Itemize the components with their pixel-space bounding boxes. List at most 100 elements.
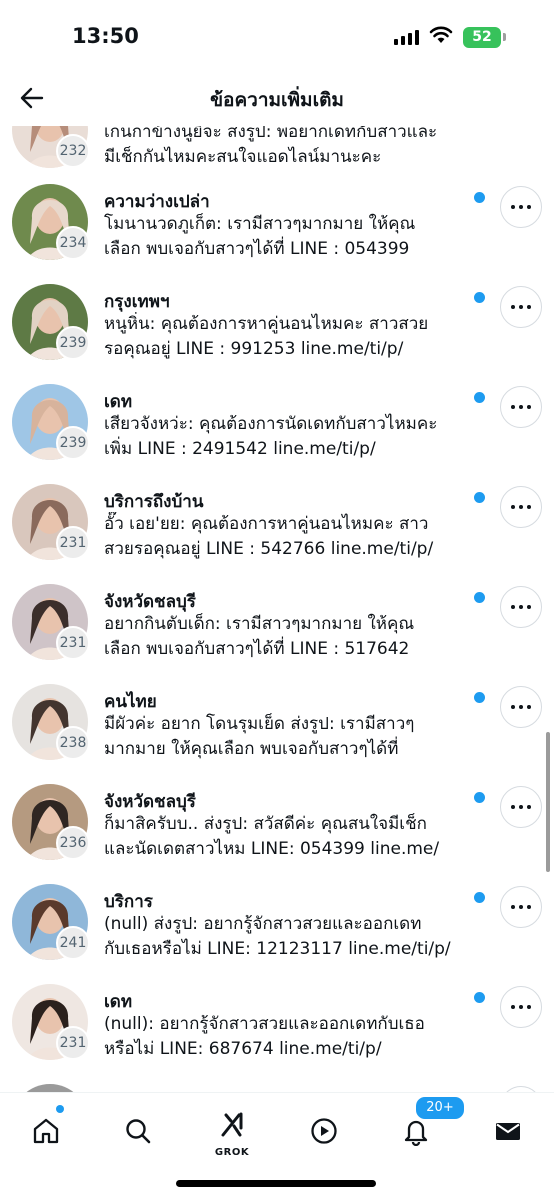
more-dots-icon [511, 605, 515, 609]
more-options-button[interactable] [500, 186, 542, 228]
snippet-line: ก็มาสิครับบ.. ส่งรูป: สวัสดีค่ะ คุณสนใจม… [104, 814, 427, 834]
reply-count-badge: 234 [56, 226, 90, 260]
message-snippet: (null): อยากรู้จักสาวสวยและออกเดทกับเธอห… [104, 1012, 474, 1062]
status-time: 13:50 [72, 24, 139, 48]
message-title: เดท [104, 992, 133, 1012]
tab-home[interactable] [22, 1107, 70, 1155]
status-bar: 13:50 52 [0, 0, 554, 70]
message-title: ความว่างเปล่า [104, 192, 210, 212]
more-options-button[interactable] [500, 486, 542, 528]
more-dots-icon [511, 1005, 515, 1009]
message-title: จังหวัดชลบุรี [104, 592, 196, 612]
reply-count-badge: 241 [56, 926, 90, 960]
message-snippet: เสียวจังหว่ะ: คุณต้องการนัดเดทกับสาวไหมค… [104, 412, 474, 462]
home-unread-dot [56, 1105, 64, 1113]
tab-grok[interactable]: GROK [208, 1107, 256, 1158]
battery-icon: 52 [463, 26, 506, 48]
reply-count-badge: 231 [56, 626, 90, 660]
unread-dot [474, 292, 485, 303]
snippet-line: อั๊ว เอย'ยย: คุณต้องการหาคู่นอนไหมคะ สาว [104, 514, 429, 534]
message-row[interactable]: 239 เดท เสียวจังหว่ะ: คุณต้องการนัดเดทกับส… [0, 384, 554, 488]
unread-dot [474, 192, 485, 203]
battery-level: 52 [463, 26, 501, 48]
more-options-button[interactable] [500, 686, 542, 728]
more-dots-icon [511, 305, 515, 309]
snippet-line: หรือไม่ LINE: 687674 line.me/ti/p/ [104, 1039, 382, 1059]
reply-count-badge: 239 [56, 426, 90, 460]
snippet-line: มีเช็กกันไหมคะสนใจแอดไลน์มานะคะ [104, 147, 382, 167]
snippet-line: เสียวจังหว่ะ: คุณต้องการนัดเดทกับสาวไหมค… [104, 414, 438, 434]
notifications-badge: 20+ [414, 1095, 466, 1121]
snippet-line: กับเธอหรือไม่ LINE: 12123117 line.me/ti/… [104, 939, 451, 959]
message-row[interactable]: 238 คนไทย มีผัวค่ะ อยาก โดนรุมเย็ด ส่งรูป:… [0, 684, 554, 788]
message-snippet: อยากกินตับเด็ก: เรามีสาวๆมากมาย ให้คุณเล… [104, 612, 474, 662]
snippet-line: (null) ส่งรูป: อยากรู้จักสาวสวยและออกเดท [104, 914, 422, 934]
message-title: บริการ [104, 892, 153, 912]
wifi-icon [429, 26, 453, 48]
unread-dot [474, 992, 485, 1003]
unread-dot [474, 692, 485, 703]
unread-dot [474, 892, 485, 903]
reply-count-badge: 231 [56, 526, 90, 560]
snippet-line: และนัดเดตสาวไหม LINE: 054399 line.me/ [104, 839, 440, 859]
message-title: กรุงเทพฯ [104, 292, 170, 312]
message-list[interactable]: 232 เก่นกาข้างนูยิจะ ส่งรูป: พ่อยากเดทกับ… [0, 126, 554, 1092]
snippet-line: หนูหิ่น: คุณต้องการหาคู่นอนไหมคะ สาวสวย [104, 314, 429, 334]
snippet-line: โมนานวดภูเก็ต: เรามีสาวๆมากมาย ให้คุณ [104, 214, 416, 234]
message-row[interactable]: 241 บริการ (null) ส่งรูป: อยากรู้จักสาวสวย… [0, 884, 554, 988]
message-title: จังหวัดชลบุรี [104, 792, 196, 812]
tab-video[interactable] [300, 1107, 348, 1155]
reply-count-badge: 239 [56, 326, 90, 360]
nav-header: ข้อความเพิ่มเติม [0, 70, 554, 126]
message-row[interactable]: 231 บริการถึงบ้าน อั๊ว เอย'ยย: คุณต้องการห… [0, 484, 554, 588]
message-row[interactable]: 234 ความว่างเปล่า โมนานวดภูเก็ต: เรามีสาวๆ… [0, 184, 554, 288]
message-row[interactable]: 231 จังหวัดชลบุรี อยากกินตับเด็ก: เรามีสาว… [0, 584, 554, 688]
snippet-line: อยากกินตับเด็ก: เรามีสาวๆมากมาย ให้คุณ [104, 614, 415, 634]
snippet-line: เลือก พบเจอกับสาวๆได้ที่ LINE : 054399 [104, 239, 410, 259]
more-dots-icon [511, 705, 515, 709]
tab-messages[interactable] [484, 1107, 532, 1155]
message-title: คนไทย [104, 692, 157, 712]
unread-dot [474, 492, 485, 503]
message-snippet: หนูหิ่น: คุณต้องการหาคู่นอนไหมคะ สาวสวยร… [104, 312, 474, 362]
grok-icon [221, 1112, 243, 1137]
message-snippet: โมนานวดภูเก็ต: เรามีสาวๆมากมาย ให้คุณเลื… [104, 212, 474, 262]
message-title: เดท [104, 392, 133, 412]
messages-mail-icon [496, 1123, 520, 1140]
message-row[interactable]: 239 กรุงเทพฯ หนูหิ่น: คุณต้องการหาคู่นอนไห… [0, 284, 554, 388]
snippet-line: สวยรอคุณอยู่ LINE : 542766 line.me/ti/p/ [104, 539, 434, 559]
reply-count-badge: 232 [56, 134, 90, 168]
snippet-line: มีผัวค่ะ อยาก โดนรุมเย็ด ส่งรูป: เรามีสา… [104, 714, 415, 734]
more-options-button[interactable] [500, 986, 542, 1028]
more-options-button[interactable] [500, 286, 542, 328]
message-row[interactable]: 231 เดท (null): อยากรู้จักสาวสวยและออกเดทก… [0, 984, 554, 1088]
message-row[interactable]: 236 จังหวัดชลบุรี ก็มาสิครับบ.. ส่งรูป: สว… [0, 784, 554, 888]
more-dots-icon [511, 205, 515, 209]
reply-count-badge: 236 [56, 826, 90, 860]
snippet-line: เลือก พบเจอกับสาวๆได้ที่ LINE : 517642 [104, 639, 410, 659]
grok-label: GROK [214, 1147, 250, 1158]
snippet-line: รอคุณอยู่ LINE : 991253 line.me/ti/p/ [104, 339, 404, 359]
more-options-button[interactable] [500, 386, 542, 428]
more-options-button[interactable] [500, 886, 542, 928]
status-icons: 52 [394, 26, 506, 48]
home-indicator [176, 1180, 376, 1187]
unread-dot [474, 392, 485, 403]
more-dots-icon [511, 405, 515, 409]
message-row[interactable]: 232 เก่นกาข้างนูยิจะ ส่งรูป: พ่อยากเดทกับ… [0, 126, 554, 196]
more-options-button[interactable] [500, 586, 542, 628]
message-title: บริการถึงบ้าน [104, 492, 204, 512]
message-snippet: อั๊ว เอย'ยย: คุณต้องการหาคู่นอนไหมคะ สาว… [104, 512, 474, 562]
message-snippet: (null) ส่งรูป: อยากรู้จักสาวสวยและออกเดท… [104, 912, 474, 962]
video-play-icon [311, 1118, 337, 1144]
more-options-button[interactable] [500, 786, 542, 828]
tab-search[interactable] [114, 1107, 162, 1155]
more-dots-icon [511, 805, 515, 809]
more-dots-icon [511, 505, 515, 509]
page-title: ข้อความเพิ่มเติม [210, 89, 344, 111]
message-snippet: ก็มาสิครับบ.. ส่งรูป: สวัสดีค่ะ คุณสนใจม… [104, 812, 474, 862]
scrollbar[interactable] [546, 732, 550, 872]
search-icon [126, 1119, 151, 1144]
unread-dot [474, 792, 485, 803]
signal-icon [394, 29, 419, 45]
